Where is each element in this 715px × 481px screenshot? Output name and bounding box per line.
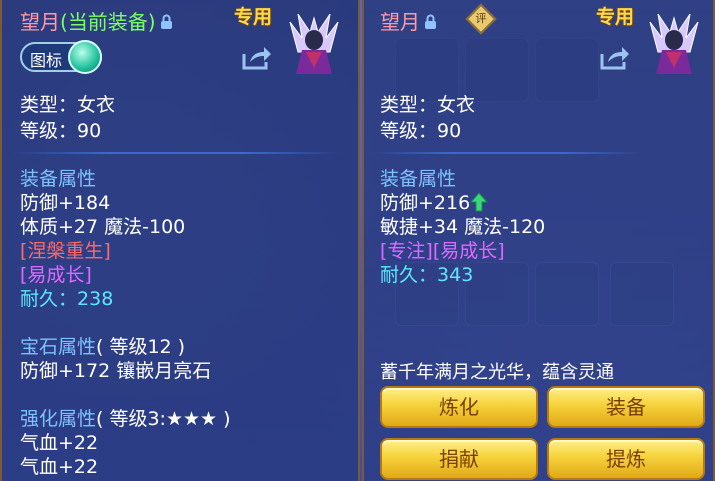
extract-button[interactable]: 提炼 bbox=[547, 438, 705, 480]
item-level: 等级：90 bbox=[20, 120, 102, 142]
attribute-stats: 体质+27 魔法-100 bbox=[20, 216, 186, 238]
enhance-level: ( 等级3:★★★ ) bbox=[96, 408, 231, 430]
divider bbox=[372, 152, 642, 154]
equip-attr-heading: 装备属性 bbox=[380, 168, 457, 190]
icon-toggle[interactable]: 图标 bbox=[20, 40, 102, 74]
refine-button[interactable]: 炼化 bbox=[380, 386, 538, 428]
defense-stat: 防御+216 bbox=[380, 188, 489, 215]
special-skill: [易成长] bbox=[20, 264, 92, 286]
exclusive-badge: 专用 bbox=[596, 6, 635, 28]
rating-badge-label: 评 bbox=[475, 12, 487, 25]
character-portrait-icon bbox=[649, 13, 699, 74]
durability-value: 238 bbox=[77, 288, 114, 310]
equip-button[interactable]: 装备 bbox=[547, 386, 705, 428]
stat-up-arrow-icon bbox=[470, 192, 489, 212]
special-skill: [专注][易成长] bbox=[380, 240, 505, 262]
durability: 耐久：238 bbox=[20, 284, 113, 311]
equip-attr-heading: 装备属性 bbox=[20, 168, 97, 190]
gem-heading-label: 宝石属性 bbox=[20, 336, 97, 358]
share-icon[interactable] bbox=[242, 46, 272, 70]
item-description: 蓄千年满月之光华，蕴含灵通 bbox=[380, 362, 614, 383]
item-type: 类型：女衣 bbox=[380, 94, 476, 116]
current-equipped-label: (当前装备) bbox=[60, 10, 156, 34]
item-title: 望月 bbox=[380, 6, 437, 35]
donate-button[interactable]: 捐献 bbox=[380, 438, 538, 480]
share-icon[interactable] bbox=[600, 46, 630, 70]
item-name: 望月 bbox=[20, 10, 60, 34]
gem-effect: 防御+172 镶嵌月亮石 bbox=[20, 360, 212, 382]
durability-label: 耐久： bbox=[20, 288, 78, 310]
compare-equipment-panel: 望月 专用 类型：女衣 等级：90 装备属性 防御+216 敏捷+34 魔法-1… bbox=[362, 0, 715, 481]
gem-level: ( 等级12 ) bbox=[96, 336, 186, 358]
lock-icon bbox=[425, 14, 436, 29]
toggle-knob[interactable] bbox=[68, 40, 102, 74]
exclusive-badge: 专用 bbox=[234, 6, 273, 28]
enhance-stat: 气血+22 bbox=[20, 432, 99, 454]
enhance-stat: 气血+22 bbox=[20, 456, 99, 478]
item-title: 望月(当前装备) bbox=[20, 6, 173, 35]
divider bbox=[12, 152, 342, 154]
defense-stat: 防御+184 bbox=[20, 192, 111, 214]
item-type: 类型：女衣 bbox=[20, 94, 116, 116]
icon-toggle-label: 图标 bbox=[30, 51, 63, 70]
durability-value: 343 bbox=[437, 264, 474, 286]
enhance-heading-label: 强化属性 bbox=[20, 408, 97, 430]
character-portrait-icon bbox=[289, 13, 339, 74]
current-equipment-panel: 望月(当前装备) 专用 图标 类型：女衣 等级：90 装备属性 防御+184 体… bbox=[0, 0, 360, 481]
durability-label: 耐久： bbox=[380, 264, 438, 286]
gem-heading: 宝石属性( 等级12 ) bbox=[20, 332, 185, 359]
durability: 耐久：343 bbox=[380, 260, 473, 287]
item-level: 等级：90 bbox=[380, 120, 462, 142]
enhance-heading: 强化属性( 等级3:★★★ ) bbox=[20, 404, 231, 431]
item-name: 望月 bbox=[380, 10, 420, 34]
defense-value: 防御+216 bbox=[380, 192, 471, 214]
special-effect: [涅槃重生] bbox=[20, 240, 111, 262]
lock-icon bbox=[160, 14, 172, 29]
attribute-stats: 敏捷+34 魔法-120 bbox=[380, 216, 546, 238]
